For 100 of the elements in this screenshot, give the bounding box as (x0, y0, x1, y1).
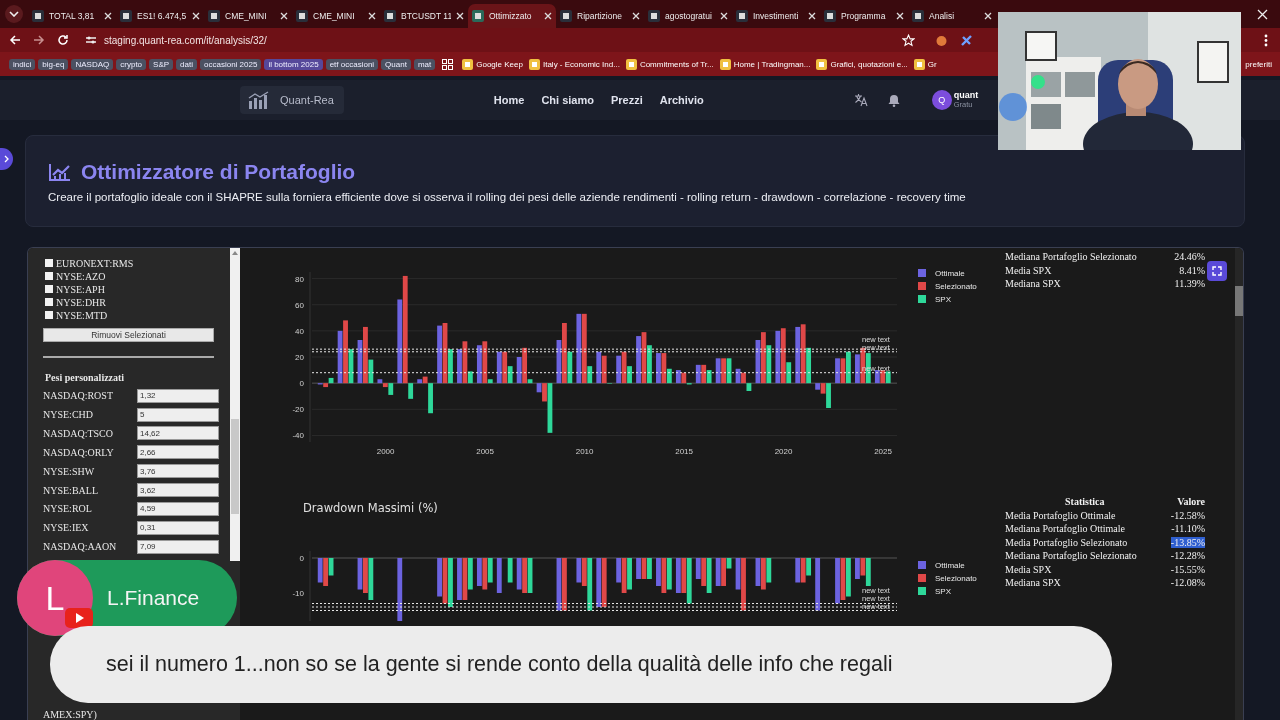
user-avatar[interactable]: Q (931, 90, 952, 110)
ticker-label: NASDAQ:ROST (43, 390, 113, 402)
stat-label: Media SPX (1005, 563, 1052, 575)
stat-value: 24.46% (1174, 251, 1205, 263)
author-name: L.Finance (107, 586, 200, 610)
browser-tab[interactable]: Programma (820, 4, 908, 28)
nav-link[interactable]: Chi siamo (541, 94, 594, 106)
stat-label: Media Portafoglio Selezionato (1005, 536, 1128, 548)
bookmark-link[interactable]: Gr (913, 58, 937, 70)
stat-label: Mediana SPX (1005, 577, 1061, 589)
column-header: Statistica (1065, 496, 1105, 508)
benchmark-label: AMEX:SPY) (43, 708, 98, 720)
axis-label: 2015 (675, 447, 693, 456)
legend-label: Ottimale (935, 561, 966, 570)
ticker-label: NASDAQ:ORLY (43, 446, 114, 458)
user-name: quant (953, 90, 979, 101)
weight-input[interactable]: 2,66 (137, 445, 219, 460)
weight-input[interactable]: 5 (137, 407, 219, 422)
section-heading: Pesi personalizzati (45, 372, 126, 386)
ticker-label: NYSE:IEX (43, 522, 89, 534)
ticker-label: NASDAQ:TSCO (43, 428, 113, 439)
legend-item[interactable]: Ottimale (918, 561, 965, 570)
stat-value: -13.85% (1170, 536, 1205, 548)
bookmark-folder[interactable]: big-eq (38, 58, 69, 70)
remove-selected-button[interactable]: Rimuovi Selezionati (43, 327, 214, 343)
browser-tab[interactable]: CME_MINI (292, 4, 380, 28)
bookmark-folder[interactable]: NASDAQ (71, 58, 114, 70)
legend-item[interactable]: Ottimale (918, 269, 965, 278)
legend-label: Selezionato (935, 282, 978, 291)
stat-label: Mediana SPX (1005, 278, 1061, 290)
bookmark-folder[interactable]: etf occasioni (325, 58, 379, 70)
bookmark-folder[interactable]: indici (9, 58, 36, 70)
bookmark-link[interactable]: Grafici, quotazioni e... (816, 58, 908, 70)
legend-label: SPX (935, 587, 952, 596)
browser-tab[interactable]: Ottimizzato (468, 4, 556, 28)
comment-text: sei il numero 1...non so se la gente si rende conto della qualità delle info che regali (106, 652, 893, 677)
column-header: Valore (1177, 496, 1205, 508)
weight-input[interactable]: 4,59 (137, 501, 219, 516)
axis-label: -40 (292, 431, 304, 441)
stat-value: -12.58% (1170, 509, 1205, 521)
brand-logo[interactable]: Quant-Rea (240, 86, 344, 114)
weight-input[interactable]: 3,62 (137, 483, 219, 498)
bookmark-link[interactable]: Google Keep (462, 58, 523, 70)
nav-link[interactable]: Archivio (659, 94, 704, 106)
legend-item[interactable]: Selezionato (918, 282, 977, 291)
legend-item[interactable]: SPX (918, 587, 951, 596)
browser-tab[interactable]: CME_MINI (204, 4, 292, 28)
ticker-label: NYSE:BALL (43, 484, 98, 496)
weight-input[interactable]: 3,76 (137, 464, 219, 479)
browser-tab[interactable]: TOTAL 3,81 (28, 4, 116, 28)
stat-label: Mediana Portafoglio Selezionato (1005, 550, 1137, 562)
bookmark-folder[interactable]: Quant (381, 58, 411, 70)
stat-value: -15.55% (1170, 563, 1205, 575)
bookmark-folder[interactable]: il bottom 2025 (264, 58, 323, 70)
axis-label: 20 (295, 353, 304, 362)
browser-tab[interactable]: Ripartizione (556, 4, 644, 28)
ticker-label: NYSE:ROL (43, 503, 92, 515)
page-description: Creare il portafoglio ideale con il SHAPRE sulla forniera efficiente dove si osserva il rolling dei pesi delle aziende rendimenti - rolling return - drawdown - correlazione - recovery time (48, 190, 967, 203)
bookmark-link[interactable]: Home | Tradingman... (719, 58, 811, 70)
weight-input[interactable]: 0,31 (137, 520, 219, 535)
axis-label: 2025 (874, 447, 892, 456)
stat-label: Mediana Portafoglio Selezionato (1005, 251, 1137, 263)
stat-value: -11.10% (1171, 523, 1205, 535)
weight-input[interactable]: 7,09 (137, 539, 219, 554)
weight-input[interactable]: 1,32 (137, 388, 219, 403)
browser-tab[interactable]: Investimenti (732, 4, 820, 28)
bookmark-link[interactable]: Italy - Economic Ind... (528, 58, 620, 70)
bookmark-folder[interactable]: S&P (149, 58, 174, 70)
axis-label: 2020 (774, 447, 793, 456)
stat-label: Media Portafoglio Ottimale (1005, 509, 1116, 521)
bookmark-folder[interactable]: dati (176, 58, 197, 70)
axis-label: 40 (295, 326, 304, 336)
axis-label: 0 (299, 554, 304, 563)
browser-tab[interactable]: BTCUSDT 11 (380, 4, 468, 28)
weight-input[interactable]: 14,62 (137, 426, 219, 441)
bookmark-folder[interactable]: crypto (116, 58, 147, 70)
ticker-label: NYSE:MTD (56, 309, 108, 321)
ticker-label: NYSE:SHW (43, 465, 95, 477)
bookmark-folder[interactable]: occasioni 2025 (200, 58, 262, 70)
bookmark-link[interactable]: preferiti (1245, 59, 1272, 69)
browser-tab[interactable]: Analisi (908, 4, 996, 28)
axis-label: 80 (295, 274, 304, 284)
stat-value: -12.08% (1170, 577, 1205, 589)
stat-label: Media SPX (1005, 264, 1052, 276)
legend-item[interactable]: Selezionato (918, 574, 977, 583)
browser-tab[interactable]: agostogratui (644, 4, 732, 28)
ticker-label: NYSE:APH (56, 283, 105, 295)
bookmark-folder[interactable]: mat (413, 58, 436, 70)
legend-item[interactable]: SPX (918, 295, 951, 304)
ticker-label: NASDAQ:AAON (43, 541, 117, 553)
ticker-label: NYSE:DHR (56, 296, 106, 308)
ticker-label: NYSE:CHD (43, 409, 93, 421)
stat-value: 8.41% (1179, 264, 1205, 276)
nav-link[interactable]: Prezzi (610, 94, 643, 106)
axis-label: 2000 (376, 447, 395, 456)
ticker-label: EURONEXT:RMS (56, 257, 134, 269)
browser-tab[interactable]: ES1! 6.474,5 (116, 4, 204, 28)
stat-value: -12.28% (1170, 550, 1205, 562)
nav-link[interactable]: Home (493, 94, 525, 106)
bookmark-link[interactable]: Commitments of Tr... (625, 58, 714, 70)
